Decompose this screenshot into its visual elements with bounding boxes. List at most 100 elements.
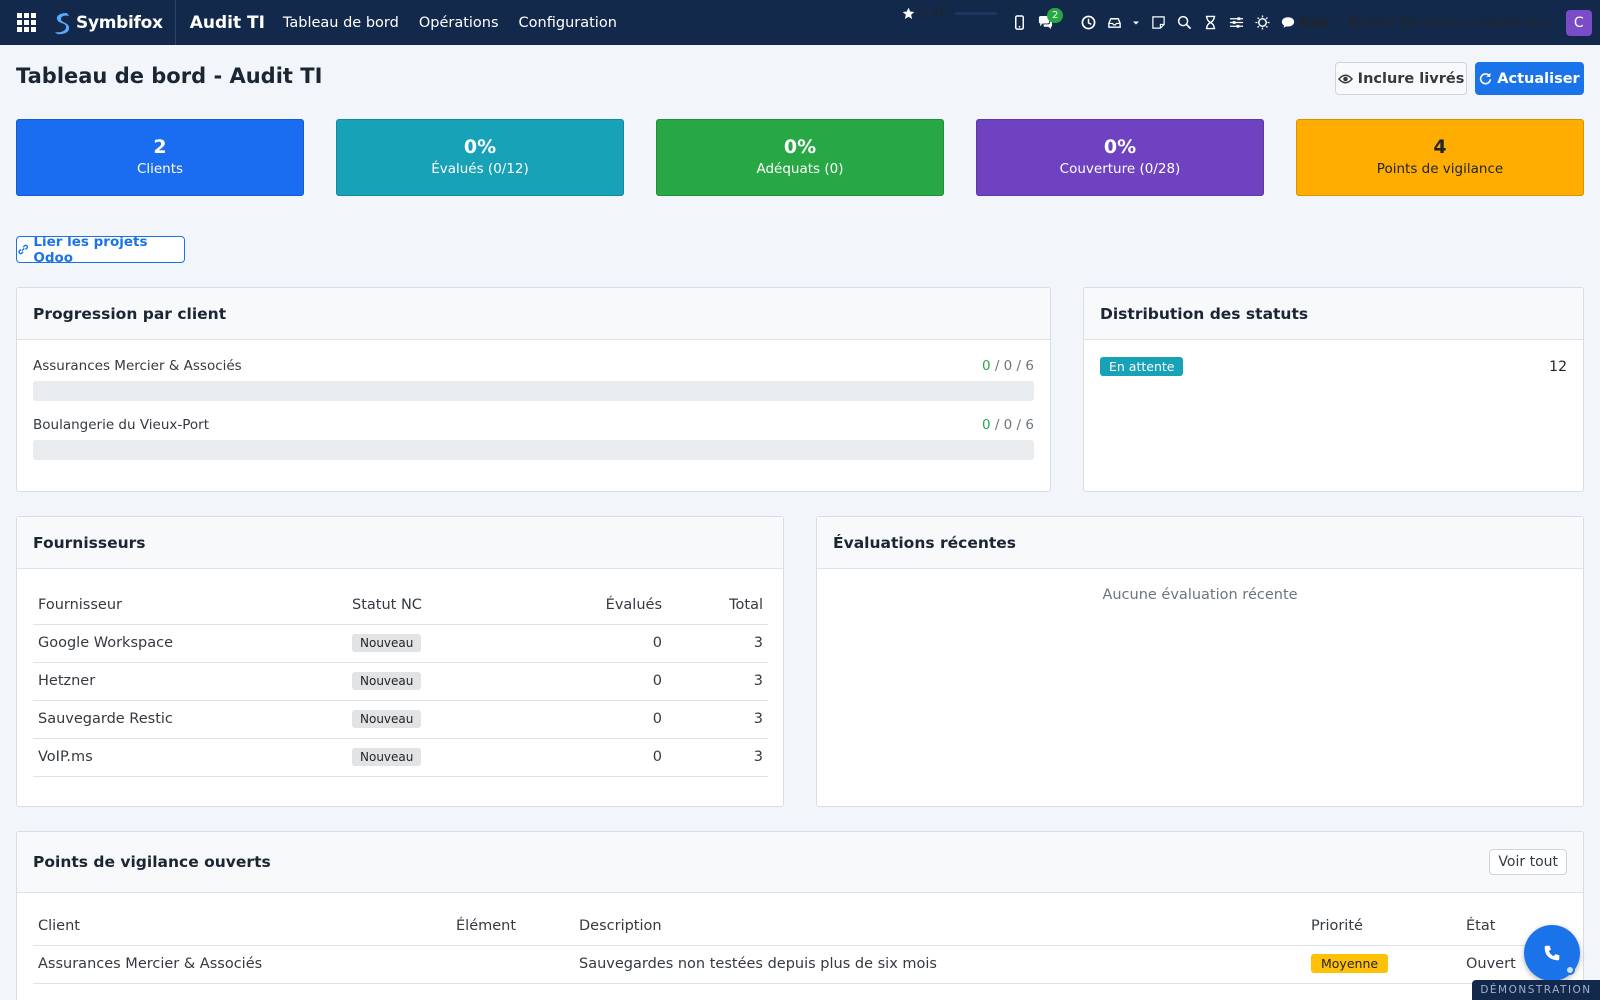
star-icon: [902, 7, 915, 20]
client-name: Assurances Mercier & Associés: [33, 945, 451, 984]
client-progress-row: Boulangerie du Vieux-Port 0 / 0 / 6: [33, 417, 1034, 460]
status-badge: Nouveau: [352, 672, 422, 690]
theme-sun-icon[interactable]: [1254, 15, 1270, 31]
table-row[interactable]: VoIP.ms Nouveau 0 3: [33, 738, 768, 777]
kpi-vigilance-points[interactable]: 4 Points de vigilance: [1296, 119, 1584, 196]
col-header[interactable]: Total: [667, 586, 768, 625]
menu-operations[interactable]: Opérations: [419, 15, 499, 31]
brand-name: Symbifox: [76, 12, 163, 33]
col-header[interactable]: Priorité: [1306, 907, 1461, 946]
status-distribution-card: Distribution des statuts En attente 12: [1083, 287, 1584, 492]
company-switcher[interactable]: Boréal Services-conseils inc.: [1348, 15, 1554, 31]
client-progress-counts: 0 / 0 / 6: [981, 358, 1034, 374]
user-label: Gen: [1299, 14, 1330, 31]
chat-count-badge: 2: [1047, 7, 1064, 23]
col-header[interactable]: Élément: [451, 907, 574, 946]
search-icon[interactable]: [1176, 15, 1192, 31]
kpi-evaluated[interactable]: 0% Évalués (0/12): [336, 119, 624, 196]
kpi-value: 0%: [463, 136, 497, 158]
note-icon[interactable]: [1150, 15, 1166, 31]
total-count: 3: [667, 738, 768, 777]
client-name: Assurances Mercier & Associés: [33, 358, 242, 374]
eye-icon: [1337, 74, 1353, 83]
link-odoo-label: Lier les projets Odoo: [33, 233, 148, 266]
supplier-name: Google Workspace: [33, 624, 347, 663]
status-badge: Nouveau: [352, 748, 422, 766]
evaluated-count: 0: [527, 624, 667, 663]
col-header[interactable]: Fournisseur: [33, 586, 347, 625]
empty-state-text: Aucune évaluation récente: [1102, 587, 1298, 603]
card-title: Évaluations récentes: [817, 517, 1583, 569]
status-badge: Nouveau: [352, 634, 422, 652]
symbifox-logo-icon: [55, 12, 70, 34]
open-vigilance-points-card: Points de vigilance ouverts Voir tout Cl…: [16, 831, 1584, 1000]
table-row[interactable]: Google Workspace Nouveau 0 3: [33, 624, 768, 663]
evaluated-count: 0: [527, 662, 667, 701]
kpi-adequate[interactable]: 0% Adéquats (0): [656, 119, 944, 196]
recent-evaluations-card: Évaluations récentes Aucune évaluation r…: [816, 516, 1584, 807]
menu-tableau-de-bord[interactable]: Tableau de bord: [283, 15, 399, 31]
table-row[interactable]: Hetzner Nouveau 0 3: [33, 662, 768, 701]
refresh-icon: [1480, 72, 1492, 85]
page-title: Tableau de bord - Audit TI: [16, 64, 323, 88]
supplier-name: Hetzner: [33, 662, 347, 701]
app-title[interactable]: Audit TI: [190, 13, 265, 33]
messages-button[interactable]: 2: [1037, 7, 1064, 31]
evaluated-count: 0: [527, 738, 667, 777]
kpi-value: 2: [153, 136, 167, 158]
sliders-icon[interactable]: [1228, 15, 1244, 31]
menu-configuration[interactable]: Configuration: [519, 15, 617, 31]
table-row[interactable]: Assurances Mercier & Associés Sauvegarde…: [33, 945, 1569, 984]
element: [451, 945, 574, 984]
include-delivered-label: Inclure livrés: [1357, 70, 1465, 87]
clock-icon[interactable]: [1080, 15, 1096, 31]
client-progress-bar: [33, 440, 1034, 460]
suppliers-table: Fournisseur Statut NC Évalués Total Goog…: [33, 586, 768, 777]
user-menu[interactable]: Gen: [1281, 15, 1330, 31]
total-count: 3: [667, 662, 768, 701]
client-name: Boulangerie du Vieux-Port: [33, 417, 210, 433]
brand-logo[interactable]: Symbifox: [52, 0, 176, 45]
hourglass-icon[interactable]: [1202, 15, 1218, 31]
app-menu-button[interactable]: [0, 0, 52, 45]
col-header[interactable]: Client: [33, 907, 451, 946]
kpi-coverage[interactable]: 0% Couverture (0/28): [976, 119, 1264, 196]
kpi-label: Points de vigilance: [1376, 161, 1504, 177]
kpi-value: 0%: [1103, 136, 1137, 158]
col-header[interactable]: Description: [574, 907, 1306, 946]
include-delivered-button[interactable]: Inclure livrés: [1335, 62, 1467, 95]
mobile-icon[interactable]: [1011, 15, 1027, 31]
xp-value: 0 XP: [918, 6, 948, 21]
table-row[interactable]: Sauvegarde Restic Nouveau 0 3: [33, 700, 768, 739]
systray: 2 Gen Boréal Services-conseils inc. C: [1006, 0, 1592, 45]
apps-grid-icon: [16, 13, 36, 32]
demo-banner: DÉMONSTRATION: [1472, 980, 1600, 1000]
link-odoo-projects-button[interactable]: Lier les projets Odoo: [16, 233, 185, 266]
xp-indicator[interactable]: 0 XP: [902, 6, 947, 21]
suppliers-card: Fournisseurs Fournisseur Statut NC Évalu…: [16, 516, 784, 807]
card-title: Fournisseurs: [17, 517, 783, 569]
kpi-label: Adéquats (0): [756, 161, 844, 177]
speech-bubble-icon: [1281, 17, 1295, 28]
col-header[interactable]: Évalués: [527, 586, 667, 625]
caret-down-icon[interactable]: [1132, 15, 1140, 31]
xp-progress-bar: [955, 12, 997, 15]
description: Sauvegardes non testées depuis plus de s…: [574, 945, 1306, 984]
status-row: En attente 12: [1100, 357, 1567, 376]
avatar[interactable]: C: [1565, 9, 1592, 36]
inbox-icon[interactable]: [1106, 15, 1122, 31]
refresh-label: Actualiser: [1497, 70, 1580, 87]
kpi-value: 4: [1433, 136, 1447, 158]
kpi-label: Clients: [136, 161, 184, 177]
client-progress-bar: [33, 381, 1034, 401]
progress-by-client-card: Progression par client Assurances Mercie…: [16, 287, 1051, 492]
client-progress-counts: 0 / 0 / 6: [981, 417, 1034, 433]
client-progress-row: Assurances Mercier & Associés 0 / 0 / 6: [33, 358, 1034, 401]
total-count: 3: [667, 624, 768, 663]
refresh-button[interactable]: Actualiser: [1475, 62, 1584, 95]
see-all-button[interactable]: Voir tout: [1489, 849, 1567, 875]
evaluated-count: 0: [527, 700, 667, 739]
vigilance-table: Client Élément Description Priorité État…: [33, 907, 1569, 984]
kpi-clients[interactable]: 2 Clients: [16, 119, 304, 196]
col-header[interactable]: Statut NC: [347, 586, 527, 625]
